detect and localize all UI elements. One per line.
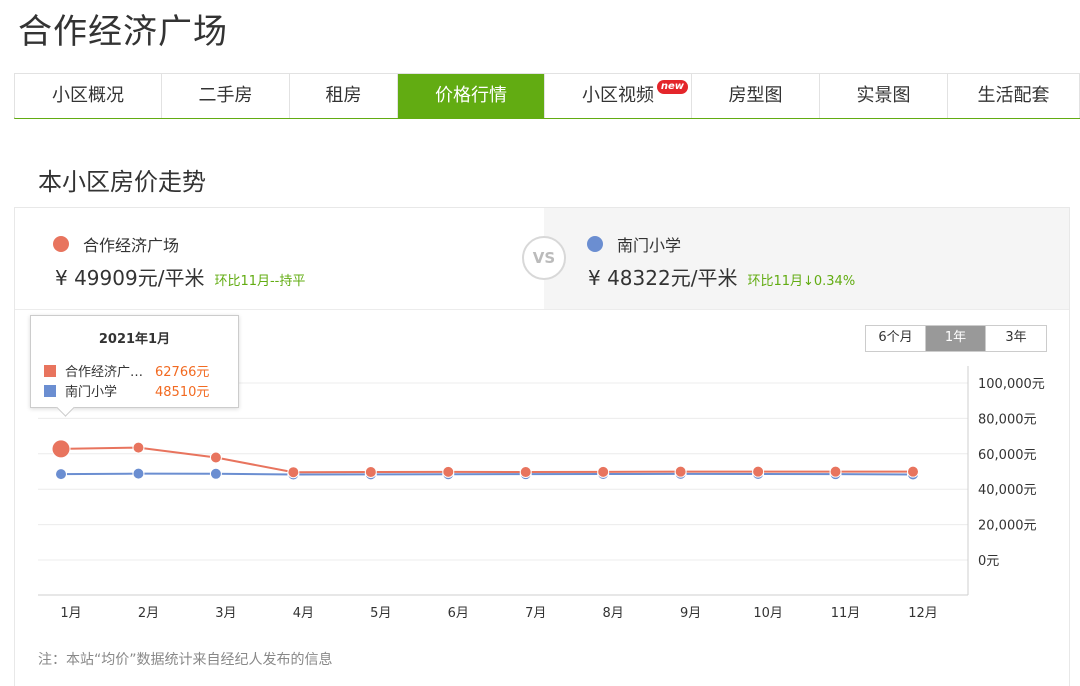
data-point — [132, 441, 145, 454]
tooltip-title: 2021年1月 — [98, 332, 171, 347]
x-tick-label: 5月 — [370, 606, 391, 621]
chart-tooltip: 2021年1月 合作经济广… 62766元 南门小学 48510元 — [30, 315, 239, 408]
vs-icon: VS — [522, 236, 566, 280]
tooltip-series-value: 62766元 — [155, 365, 210, 380]
data-point — [364, 466, 377, 479]
x-tick-label: 9月 — [680, 606, 701, 621]
y-tick-label: 80,000元 — [978, 412, 1037, 427]
data-point — [829, 465, 842, 478]
x-tick-label: 10月 — [753, 606, 783, 621]
data-point — [51, 439, 71, 459]
data-point — [597, 465, 610, 478]
y-tick-label: 100,000元 — [978, 377, 1045, 392]
data-point — [674, 465, 687, 478]
x-tick-label: 3月 — [215, 606, 236, 621]
y-tick-label: 0元 — [978, 554, 999, 569]
x-tick-label: 4月 — [293, 606, 314, 621]
series-line-hezuo — [60, 446, 913, 474]
series-line-nanmen — [60, 472, 914, 476]
data-point — [519, 466, 532, 479]
x-tick-label: 1月 — [60, 606, 81, 621]
data-point — [132, 467, 145, 480]
data-point — [209, 451, 222, 464]
tooltip-series-name: 合作经济广… — [65, 365, 144, 380]
x-tick-label: 6月 — [448, 606, 469, 621]
x-tick-label: 12月 — [908, 606, 938, 621]
data-point — [287, 466, 300, 479]
y-tick-label: 40,000元 — [978, 483, 1037, 498]
y-tick-label: 60,000元 — [978, 448, 1037, 463]
tooltip-series-name: 南门小学 — [65, 385, 118, 400]
x-tick-label: 2月 — [138, 606, 159, 621]
y-tick-label: 20,000元 — [978, 519, 1037, 534]
data-point — [442, 465, 455, 478]
data-point — [752, 465, 765, 478]
x-tick-label: 11月 — [831, 606, 861, 621]
legend-square-icon — [44, 384, 56, 397]
tooltip-row: 南门小学 48510元 — [44, 381, 209, 400]
x-tick-label: 7月 — [525, 606, 546, 621]
data-point — [55, 468, 67, 481]
tooltip-series-value: 48510元 — [155, 385, 210, 400]
legend-square-icon — [44, 364, 56, 377]
data-point — [907, 465, 919, 478]
x-tick-label: 8月 — [603, 606, 624, 621]
footnote: 注：本站“均价”数据统计来自经纪人发布的信息 — [38, 652, 333, 668]
tooltip-row: 合作经济广… 62766元 — [44, 361, 209, 380]
data-point — [209, 467, 222, 480]
